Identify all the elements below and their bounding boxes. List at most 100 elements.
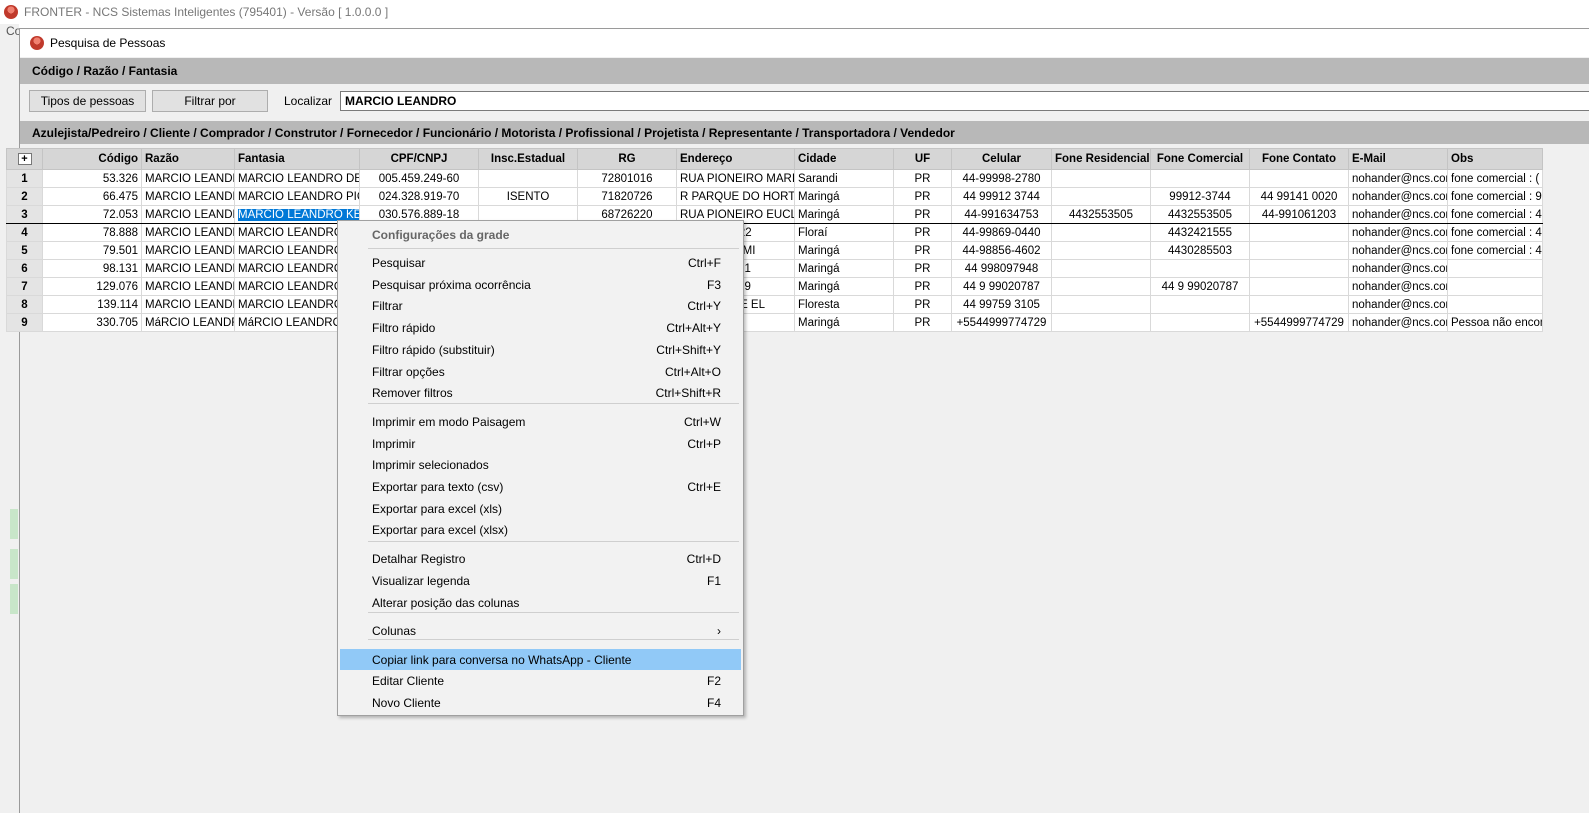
cell-fres[interactable] — [1051, 241, 1151, 260]
cell-uf[interactable]: PR — [893, 241, 952, 260]
table-row[interactable]: 478.888MARCIO LEANDROMARCIO LEANDROFLORE… — [6, 223, 1543, 242]
cell-celular[interactable]: 44-99869-0440 — [951, 223, 1052, 242]
cell-obs[interactable]: fone comercial : 99 — [1447, 187, 1543, 206]
cell-rg[interactable]: 72801016 — [577, 169, 677, 188]
cell-fres[interactable]: 4432553505 — [1051, 205, 1151, 224]
cell-fres[interactable] — [1051, 295, 1151, 314]
cell-fcont[interactable] — [1249, 169, 1349, 188]
row-number[interactable]: 3 — [6, 205, 43, 224]
cell-fcont[interactable] — [1249, 277, 1349, 296]
menu-pesquisar[interactable]: Pesquisar Ctrl+F — [340, 252, 741, 273]
column-header[interactable]: Cidade — [794, 148, 894, 170]
cell-cidade[interactable]: Maringá — [794, 313, 894, 332]
cell-fcom[interactable] — [1150, 313, 1250, 332]
menu-exportar-csv[interactable]: Exportar para texto (csv) Ctrl+E — [340, 476, 741, 497]
cell-celular[interactable]: 44-99998-2780 — [951, 169, 1052, 188]
cell-fantasia[interactable]: MARCIO LEANDRO PICIC — [234, 187, 360, 206]
cell-celular[interactable]: 44 99759 3105 — [951, 295, 1052, 314]
menu-visualizar-legenda[interactable]: Visualizar legenda F1 — [340, 570, 741, 591]
cell-celular[interactable]: +5544999774729 — [951, 313, 1052, 332]
column-header[interactable]: Fone Contato — [1249, 148, 1349, 170]
column-header[interactable]: RG — [577, 148, 677, 170]
column-header[interactable]: Insc.Estadual — [478, 148, 578, 170]
cell-codigo[interactable]: 129.076 — [42, 277, 142, 296]
filtrar-por-button[interactable]: Filtrar por — [152, 89, 268, 112]
cell-codigo[interactable]: 78.888 — [42, 223, 142, 242]
menu-novo-cliente[interactable]: Novo Cliente F4 — [340, 692, 741, 713]
cell-email[interactable]: nohander@ncs.com — [1348, 295, 1448, 314]
cell-ie[interactable]: ISENTO — [478, 187, 578, 206]
cell-obs[interactable] — [1447, 259, 1543, 278]
row-number[interactable]: 4 — [6, 223, 43, 242]
menu-copiar-link-whatsapp[interactable]: Copiar link para conversa no WhatsApp - … — [340, 649, 741, 670]
cell-fcom[interactable]: 4432421555 — [1150, 223, 1250, 242]
menu-exportar-xls[interactable]: Exportar para excel (xls) — [340, 498, 741, 519]
cell-email[interactable]: nohander@ncs.com — [1348, 277, 1448, 296]
cell-codigo[interactable]: 53.326 — [42, 169, 142, 188]
cell-fres[interactable] — [1051, 223, 1151, 242]
cell-obs[interactable]: Pessoa não encont — [1447, 313, 1543, 332]
cell-email[interactable]: nohander@ncs.com — [1348, 187, 1448, 206]
column-header[interactable]: Fantasia — [234, 148, 360, 170]
table-row[interactable]: 7129.076MARCIO LEANDROMARCIO LEANDRORAJA… — [6, 277, 1543, 296]
column-header[interactable]: Obs — [1447, 148, 1543, 170]
column-header[interactable]: CPF/CNPJ — [359, 148, 479, 170]
table-row[interactable]: 698.131MARCIO LEANDROMARCIO LEANDROA GOI… — [6, 259, 1543, 278]
cell-codigo[interactable]: 66.475 — [42, 187, 142, 206]
cell-fantasia[interactable]: MARCIO LEANDRO DENA — [234, 169, 360, 188]
cell-obs[interactable]: fone comercial : ( ) — [1447, 169, 1543, 188]
menu-imprimir-paisagem[interactable]: Imprimir em modo Paisagem Ctrl+W — [340, 411, 741, 432]
column-header[interactable]: Código — [42, 148, 142, 170]
menu-imprimir[interactable]: Imprimir Ctrl+P — [340, 433, 741, 454]
row-number[interactable]: 5 — [6, 241, 43, 260]
cell-uf[interactable]: PR — [893, 277, 952, 296]
cell-fcont[interactable] — [1249, 259, 1349, 278]
cell-fcom[interactable]: 44 9 99020787 — [1150, 277, 1250, 296]
cell-cidade[interactable]: Sarandi — [794, 169, 894, 188]
column-header[interactable]: E-Mail — [1348, 148, 1448, 170]
cell-cidade[interactable]: Maringá — [794, 205, 894, 224]
person-types-band[interactable]: Azulejista/Pedreiro / Cliente / Comprado… — [20, 121, 1589, 144]
table-row[interactable]: 153.326MARCIO LEANDROMARCIO LEANDRO DENA… — [6, 169, 1543, 188]
cell-endereco[interactable]: R PARQUE DO HORTO, — [676, 187, 795, 206]
cell-uf[interactable]: PR — [893, 187, 952, 206]
cell-razao[interactable]: MARCIO LEANDRO — [141, 259, 235, 278]
cell-obs[interactable]: fone comercial : 44 — [1447, 205, 1543, 224]
cell-fcom[interactable] — [1150, 169, 1250, 188]
cell-razao[interactable]: MARCIO LEANDRO — [141, 241, 235, 260]
row-number[interactable]: 2 — [6, 187, 43, 206]
cell-cidade[interactable]: Maringá — [794, 259, 894, 278]
cell-fres[interactable] — [1051, 169, 1151, 188]
cell-fcont[interactable] — [1249, 295, 1349, 314]
localizar-input[interactable] — [340, 90, 1589, 111]
cell-obs[interactable]: fone comercial : 44 — [1447, 223, 1543, 242]
results-grid[interactable]: + Código Razão Fantasia CPF/CNPJ Insc.Es… — [6, 148, 1570, 332]
menu-filtro-rapido-substituir[interactable]: Filtro rápido (substituir) Ctrl+Shift+Y — [340, 339, 741, 360]
cell-fcom[interactable]: 99912-3744 — [1150, 187, 1250, 206]
column-header[interactable]: UF — [893, 148, 952, 170]
menu-imprimir-selecionados[interactable]: Imprimir selecionados — [340, 454, 741, 475]
table-row[interactable]: 372.053MARCIO LEANDROMARCIO LEANDRO KERS… — [6, 205, 1543, 224]
menu-filtrar-opcoes[interactable]: Filtrar opções Ctrl+Alt+O — [340, 361, 741, 382]
cell-celular[interactable]: 44 998097948 — [951, 259, 1052, 278]
expand-plus-icon[interactable]: + — [17, 153, 32, 165]
cell-fcont[interactable] — [1249, 241, 1349, 260]
cell-fcont[interactable]: 44-991061203 — [1249, 205, 1349, 224]
menu-colunas[interactable]: Colunas › — [340, 620, 741, 641]
cell-email[interactable]: nohander@ncs.com — [1348, 313, 1448, 332]
cell-razao[interactable]: MARCIO LEANDRO — [141, 295, 235, 314]
cell-email[interactable]: nohander@ncs.com — [1348, 205, 1448, 224]
cell-uf[interactable]: PR — [893, 169, 952, 188]
table-row[interactable]: 266.475MARCIO LEANDROMARCIO LEANDRO PICI… — [6, 187, 1543, 206]
cell-email[interactable]: nohander@ncs.com — [1348, 259, 1448, 278]
cell-celular[interactable]: 44 99912 3744 — [951, 187, 1052, 206]
menu-filtrar[interactable]: Filtrar Ctrl+Y — [340, 295, 741, 316]
menu-editar-cliente[interactable]: Editar Cliente F2 — [340, 670, 741, 691]
cell-cpf[interactable]: 005.459.249-60 — [359, 169, 479, 188]
tipos-pessoas-button[interactable]: Tipos de pessoas — [29, 89, 146, 112]
cell-uf[interactable]: PR — [893, 205, 952, 224]
menu-detalhar-registro[interactable]: Detalhar Registro Ctrl+D — [340, 548, 741, 569]
row-number[interactable]: 9 — [6, 313, 43, 332]
column-header[interactable]: Endereço — [676, 148, 795, 170]
cell-fres[interactable] — [1051, 313, 1151, 332]
